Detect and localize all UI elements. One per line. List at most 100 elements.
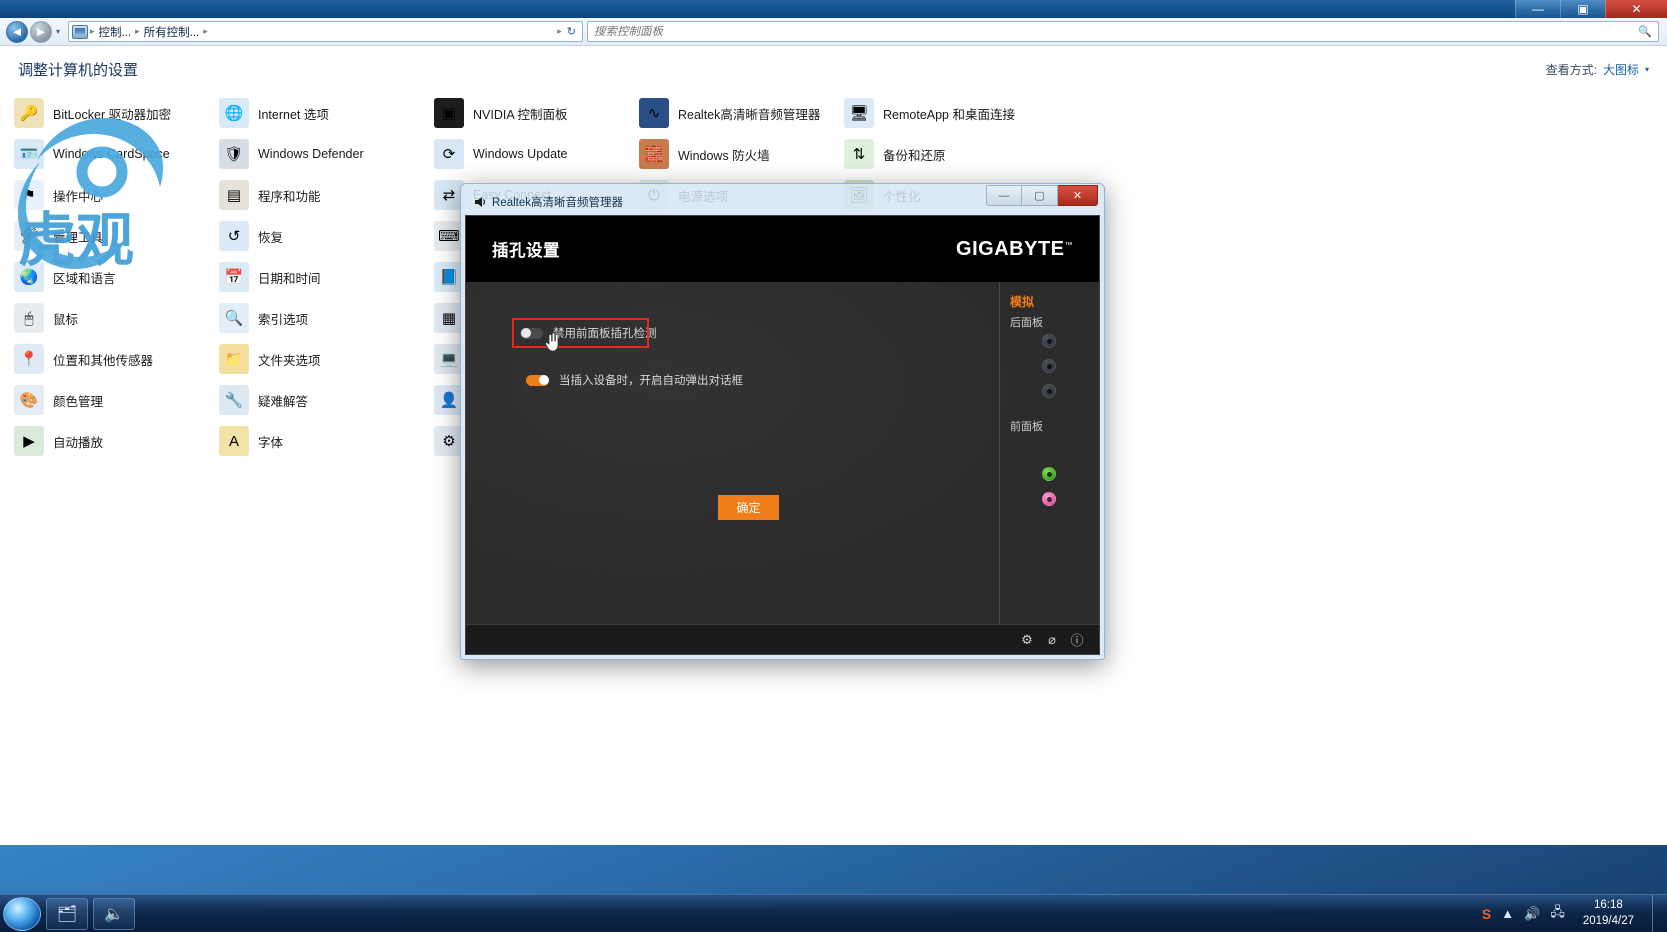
control-panel-item[interactable]: 🖱 鼠标 bbox=[14, 303, 219, 333]
control-panel-item[interactable]: ▤ 程序和功能 bbox=[219, 180, 434, 210]
toggle-disable-front-panel-detection[interactable] bbox=[520, 327, 543, 339]
control-panel-item-label: 日期和时间 bbox=[258, 271, 321, 286]
dialog-minimize-button[interactable]: — bbox=[986, 185, 1022, 206]
control-panel-item-label: 操作中心 bbox=[53, 189, 104, 204]
dialog-titlebar: Realtek高清晰音频管理器 — ▢ ✕ bbox=[465, 185, 1100, 215]
minimize-button[interactable]: — bbox=[1515, 0, 1560, 18]
region-language-icon: 🌏 bbox=[14, 262, 44, 292]
show-desktop-button[interactable] bbox=[1652, 894, 1661, 932]
control-panel-item-label: 恢复 bbox=[258, 230, 284, 245]
network-icon[interactable]: 🖧 bbox=[1550, 903, 1565, 925]
control-panel-item-label: 区域和语言 bbox=[53, 271, 116, 286]
control-panel-item-label: 管理工具 bbox=[53, 230, 104, 245]
maximize-button[interactable]: ▣ bbox=[1560, 0, 1605, 18]
option-row-auto-popup-dialog[interactable]: 当插入设备时，开启自动弹出对话框 bbox=[526, 372, 999, 388]
device-advanced-icon[interactable]: ⌀ bbox=[1044, 632, 1060, 648]
control-panel-item[interactable]: 🌐 Internet 选项 bbox=[219, 98, 434, 128]
navigation-bar: ◄ ► ▾ ▸ 控制... ▸ 所有控制... ▸ ▸ ↻ 🔍 bbox=[0, 18, 1667, 46]
jack-front-green[interactable] bbox=[1042, 467, 1056, 481]
search-icon[interactable]: 🔍 bbox=[1638, 25, 1652, 38]
realtek-audio-icon: ∿ bbox=[639, 98, 669, 128]
control-panel-item-label: BitLocker 驱动器加密 bbox=[53, 107, 172, 122]
taskbar: 🗂 🔈 S ▲ 🔊 🖧 16:18 2019/4/27 bbox=[0, 894, 1667, 932]
troubleshooting-icon: 🔧 bbox=[219, 385, 249, 415]
info-icon[interactable]: ⓘ bbox=[1069, 632, 1085, 648]
search-input[interactable] bbox=[594, 25, 1639, 38]
page-title: 调整计算机的设置 bbox=[18, 61, 139, 79]
volume-icon[interactable]: 🔊 bbox=[1524, 906, 1540, 922]
remoteapp-icon: 🖥 bbox=[844, 98, 874, 128]
dialog-maximize-button[interactable]: ▢ bbox=[1022, 185, 1058, 206]
control-panel-item[interactable]: ▶ 自动播放 bbox=[14, 426, 219, 456]
control-panel-item[interactable]: A 字体 bbox=[219, 426, 434, 456]
system-tray: S ▲ 🔊 🖧 16:18 2019/4/27 bbox=[1482, 894, 1667, 932]
control-panel-item-label: 鼠标 bbox=[53, 312, 79, 327]
breadcrumb-item-0[interactable]: 控制... bbox=[97, 24, 134, 40]
control-panel-item[interactable]: ⇅ 备份和还原 bbox=[844, 139, 1054, 169]
recent-pages-chevron-icon[interactable]: ▾ bbox=[52, 27, 64, 36]
jack-back-1[interactable] bbox=[1042, 334, 1056, 348]
control-panel-item[interactable]: 🔍 索引选项 bbox=[219, 303, 434, 333]
defender-icon: 🛡 bbox=[219, 139, 249, 169]
chevron-down-icon[interactable]: ▾ bbox=[1645, 65, 1649, 74]
control-panel-item-label: 自动播放 bbox=[53, 435, 104, 450]
sogou-input-icon[interactable]: S bbox=[1482, 906, 1491, 922]
analog-section-title: 模拟 bbox=[1010, 295, 1035, 309]
control-panel-item[interactable]: 🔑 BitLocker 驱动器加密 bbox=[14, 98, 219, 128]
breadcrumb-separator-0: ▸ bbox=[90, 26, 95, 36]
control-panel-item[interactable]: 🌏 区域和语言 bbox=[14, 262, 219, 292]
dialog-close-button[interactable]: ✕ bbox=[1058, 185, 1098, 206]
control-panel-item[interactable]: 🛡 Windows Defender bbox=[219, 139, 434, 169]
admin-tools-icon: 🛠 bbox=[14, 221, 44, 251]
control-panel-item[interactable]: ▣ NVIDIA 控制面板 bbox=[434, 98, 639, 128]
refresh-icon[interactable]: ↻ bbox=[564, 25, 579, 38]
jack-front-pink[interactable] bbox=[1042, 492, 1056, 506]
control-panel-item[interactable]: 🔧 疑难解答 bbox=[219, 385, 434, 415]
view-by-control[interactable]: 查看方式: 大图标 ▾ bbox=[1546, 61, 1649, 78]
toggle-auto-popup-dialog[interactable] bbox=[526, 374, 549, 386]
dialog-options-panel: 禁用前面板插孔检测 当插入设备时，开启自动弹出对话框 确定 bbox=[466, 282, 999, 624]
control-panel-item[interactable]: 📁 文件夹选项 bbox=[219, 344, 434, 374]
breadcrumb-overflow-chevron-icon[interactable]: ▸ bbox=[556, 26, 563, 37]
banner-title: 插孔设置 bbox=[492, 242, 560, 260]
control-panel-item[interactable]: 🪪 Windows CardSpace bbox=[14, 139, 219, 169]
jack-back-2[interactable] bbox=[1042, 359, 1056, 373]
control-panel-item-label: 位置和其他传感器 bbox=[53, 353, 154, 368]
control-panel-item[interactable]: 🛠 管理工具 bbox=[14, 221, 219, 251]
control-panel-item[interactable]: 🖥 RemoteApp 和桌面连接 bbox=[844, 98, 1054, 128]
folder-options-icon: 📁 bbox=[219, 344, 249, 374]
settings-gear-icon[interactable]: ⚙ bbox=[1019, 632, 1035, 648]
realtek-jack-settings-dialog: Realtek高清晰音频管理器 — ▢ ✕ 插孔设置 GIGABYTE™ 禁用前… bbox=[460, 183, 1105, 660]
taskbar-realtek[interactable]: 🔈 bbox=[93, 897, 135, 930]
control-panel-item[interactable]: ∿ Realtek高清晰音频管理器 bbox=[639, 98, 844, 128]
option-row-disable-front-panel-detection[interactable]: 禁用前面板插孔检测 bbox=[512, 318, 657, 352]
firewall-icon: 🧱 bbox=[639, 139, 669, 169]
start-button[interactable] bbox=[3, 896, 41, 931]
control-panel-item-label: NVIDIA 控制面板 bbox=[473, 107, 568, 122]
forward-arrow-icon[interactable]: ► bbox=[30, 20, 52, 43]
close-button[interactable]: ✕ bbox=[1605, 0, 1667, 18]
control-panel-item[interactable]: 🧱 Windows 防火墙 bbox=[639, 139, 844, 169]
taskbar-explorer[interactable]: 🗂 bbox=[46, 897, 88, 930]
control-panel-item[interactable]: 📍 位置和其他传感器 bbox=[14, 344, 219, 374]
jack-back-3[interactable] bbox=[1042, 384, 1056, 398]
control-panel-item-label: Windows 防火墙 bbox=[678, 148, 770, 163]
back-arrow-icon[interactable]: ◄ bbox=[6, 20, 28, 43]
clock[interactable]: 16:18 2019/4/27 bbox=[1575, 898, 1642, 929]
control-panel-item[interactable]: ↺ 恢复 bbox=[219, 221, 434, 251]
view-by-value[interactable]: 大图标 bbox=[1603, 61, 1639, 78]
search-box[interactable]: 🔍 bbox=[587, 21, 1659, 42]
control-panel-item[interactable]: ⚑ 操作中心 bbox=[14, 180, 219, 210]
breadcrumb-separator-2: ▸ bbox=[203, 26, 208, 36]
control-panel-item[interactable]: ⟳ Windows Update bbox=[434, 139, 639, 169]
ok-button[interactable]: 确定 bbox=[718, 495, 779, 520]
control-panel-item-label: RemoteApp 和桌面连接 bbox=[883, 107, 1015, 122]
control-panel-item-label: Windows CardSpace bbox=[53, 147, 170, 161]
control-panel-item[interactable]: 🎨 颜色管理 bbox=[14, 385, 219, 415]
breadcrumb-item-1[interactable]: 所有控制... bbox=[142, 24, 202, 40]
control-panel-item[interactable]: 📅 日期和时间 bbox=[219, 262, 434, 292]
programs-features-icon: ▤ bbox=[219, 180, 249, 210]
address-bar[interactable]: ▸ 控制... ▸ 所有控制... ▸ ▸ ↻ bbox=[68, 21, 583, 42]
show-hidden-icons-icon[interactable]: ▲ bbox=[1501, 906, 1514, 921]
ok-button-wrapper: 确定 bbox=[718, 495, 779, 520]
